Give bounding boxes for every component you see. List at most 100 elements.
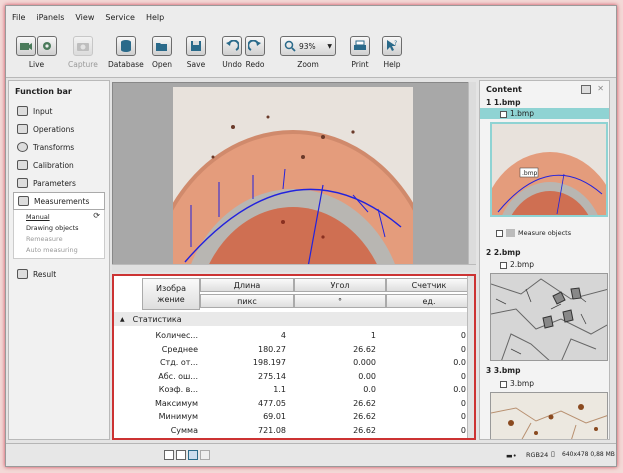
function-transforms[interactable]: Transforms	[9, 138, 109, 156]
checkbox-3[interactable]	[500, 380, 507, 388]
input-icon	[17, 106, 28, 116]
open-button[interactable]: Open	[152, 36, 172, 69]
redo-button[interactable]: Redo	[245, 36, 265, 69]
tree-item-1-bmp[interactable]: 1.bmp	[480, 108, 609, 119]
transform-icon	[17, 142, 28, 152]
camera-icon	[16, 36, 36, 56]
header-counter[interactable]: Счетчик	[386, 278, 472, 292]
table-row[interactable]: Абс. ош... 275.14 0.00 0	[114, 371, 470, 384]
thumbnail-1[interactable]: .bmp	[490, 122, 608, 217]
layout-split-icon[interactable]	[176, 450, 186, 460]
zoom-control[interactable]: 93% ▼ Zoom	[280, 36, 336, 69]
menu-help[interactable]: Help	[146, 13, 164, 22]
cell-counter: 0.0	[453, 385, 466, 394]
live-button[interactable]: Live	[16, 36, 57, 69]
collapse-icon[interactable]: ▲	[120, 316, 125, 323]
cell-counter: 0	[460, 344, 466, 354]
canvas-vertical-scrollbar[interactable]	[468, 82, 476, 264]
function-parameters-label: Parameters	[33, 178, 76, 188]
capture-button[interactable]: Capture	[68, 36, 98, 69]
color-mode: RGB24	[526, 451, 549, 459]
document-icon: ▯	[551, 450, 555, 458]
function-result[interactable]: Result	[9, 265, 109, 283]
layout-grid-icon[interactable]	[200, 450, 210, 460]
undo-button[interactable]: Undo	[222, 36, 242, 69]
row-label: Абс. ош...	[158, 371, 198, 381]
cell-length: 180.27	[258, 344, 286, 354]
layout-horizontal-icon[interactable]	[188, 450, 198, 460]
thumbnail-3[interactable]	[490, 392, 608, 439]
tree-node-2[interactable]: 2 2.bmp	[480, 247, 520, 258]
menu-view[interactable]: View	[75, 13, 94, 22]
checkbox-2[interactable]	[500, 261, 507, 269]
function-calibration[interactable]: Calibration	[9, 156, 109, 174]
table-header: Изобра жение Длина Угол Счетчик пикс ° е…	[142, 276, 472, 310]
table-row[interactable]: Количес... 4 1 0	[114, 330, 470, 343]
sub-drawing-objects[interactable]: Drawing objects	[26, 223, 104, 234]
unit-length: пикс	[200, 294, 294, 308]
image-canvas[interactable]	[112, 82, 476, 272]
checkbox-1[interactable]	[500, 110, 507, 118]
panel-view-icon[interactable]	[581, 85, 591, 94]
function-parameters[interactable]: Parameters	[9, 174, 109, 192]
function-measurements[interactable]: Measurements	[13, 192, 105, 210]
pencil-icon	[17, 124, 28, 134]
item-1-label: 1.bmp	[510, 109, 534, 118]
cell-length: 1.1	[273, 385, 286, 394]
menu-service[interactable]: Service	[105, 13, 135, 22]
database-button[interactable]: Database	[108, 36, 144, 69]
header-angle[interactable]: Угол	[294, 278, 386, 292]
gear-icon	[37, 36, 57, 56]
function-operations[interactable]: Operations	[9, 120, 109, 138]
sub-auto-measuring[interactable]: Auto measuring	[26, 245, 104, 256]
cell-counter: 0	[460, 425, 466, 435]
close-icon[interactable]: ✕	[597, 84, 604, 93]
help-label: Help	[383, 60, 401, 69]
menu-file[interactable]: File	[12, 13, 25, 22]
help-button[interactable]: ? Help	[382, 36, 402, 69]
header-image[interactable]: Изобра жение	[142, 278, 200, 310]
table-row[interactable]: Стд. от... 198.197 0.000 0.0	[114, 357, 470, 370]
printer-icon	[350, 36, 370, 56]
layout-single-icon[interactable]	[164, 450, 174, 460]
measure-objects-label: Measure objects	[518, 229, 572, 237]
checkbox-measure-objects[interactable]	[496, 229, 503, 237]
tree-item-3-bmp[interactable]: 3.bmp	[494, 378, 534, 389]
sub-manual[interactable]: Manual	[26, 212, 104, 223]
measure-objects-item[interactable]: Measure objects	[490, 227, 571, 238]
refresh-icon[interactable]: ⟳	[93, 211, 100, 220]
statistics-group[interactable]: ▲ Статистика	[114, 312, 474, 326]
function-input-label: Input	[33, 106, 53, 116]
function-input[interactable]: Input	[9, 102, 109, 120]
statistics-title: Статистика	[132, 314, 182, 324]
measure-objects-icon	[506, 229, 515, 237]
table-row[interactable]: Максимум 477.05 26.62 0	[114, 398, 470, 411]
tree-item-2-bmp[interactable]: 2.bmp	[494, 259, 534, 270]
table-row[interactable]: Коэф. в... 1.1 0.0 0.0	[114, 384, 470, 397]
table-row[interactable]: Среднее 180.27 26.62 0	[114, 344, 470, 357]
cell-angle: 0.0	[363, 385, 376, 394]
cell-angle: 26.62	[353, 425, 376, 435]
cell-angle: 26.62	[353, 344, 376, 354]
tree-node-3[interactable]: 3 3.bmp	[480, 365, 520, 376]
function-bar-panel: Function bar Input Operations Transforms…	[8, 80, 110, 440]
save-button[interactable]: Save	[186, 36, 206, 69]
row-label: Среднее	[161, 344, 198, 354]
zoom-label: Zoom	[297, 60, 319, 69]
table-row[interactable]: Сумма 721.08 26.62 0	[114, 425, 470, 438]
specimen-image[interactable]	[173, 87, 413, 267]
cell-length: 721.08	[258, 425, 286, 435]
table-row[interactable]: Минимум 69.01 26.62 0	[114, 411, 470, 424]
canvas-horizontal-scrollbar[interactable]	[112, 264, 476, 272]
menu-ipanels[interactable]: iPanels	[36, 13, 64, 22]
sub-remeasure[interactable]: Remeasure	[26, 234, 104, 245]
node-2-label: 2 2.bmp	[486, 248, 521, 257]
header-length[interactable]: Длина	[200, 278, 294, 292]
zoom-dropdown[interactable]: 93% ▼	[280, 36, 336, 56]
row-label: Сумма	[170, 425, 198, 435]
table-vertical-scrollbar[interactable]	[467, 276, 474, 438]
thumbnail-2[interactable]	[490, 273, 608, 361]
thumbnail-label: .bmp	[522, 170, 538, 177]
print-button[interactable]: Print	[350, 36, 370, 69]
tree-node-1[interactable]: 1 1.bmp	[480, 97, 609, 108]
